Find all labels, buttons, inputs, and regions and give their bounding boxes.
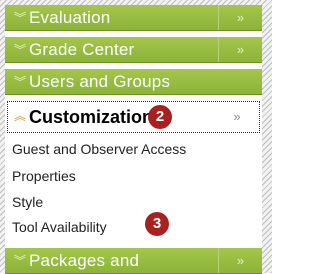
expand-arrow-icon[interactable]: » <box>218 248 262 273</box>
chevron-down-double-icon: ︾ <box>14 11 27 25</box>
menu-item-evaluation[interactable]: ︾ Evaluation » <box>5 5 262 31</box>
menu-item-users-and-groups[interactable]: ︾ Users and Groups <box>5 69 262 95</box>
sub-item-style[interactable]: Style <box>12 193 43 211</box>
chevron-down-double-icon: ︾ <box>14 254 27 268</box>
menu-item-label: Users and Groups <box>29 72 171 91</box>
step-badge: 3 <box>145 212 169 236</box>
sub-item-guest-and-observer-access[interactable]: Guest and Observer Access <box>12 140 186 158</box>
chevron-down-double-icon: ︾ <box>14 43 27 57</box>
menu-item-label: Grade Center <box>29 40 135 59</box>
menu-item-label: Packages and <box>29 251 140 270</box>
expand-arrow-icon[interactable]: » <box>218 5 262 30</box>
menu-item-label: Customization <box>29 107 153 127</box>
menu-item-customization[interactable]: ︽ Customization 2 » <box>7 101 260 133</box>
step-badge: 2 <box>148 105 172 129</box>
chevron-up-double-icon: ︽ <box>14 109 27 123</box>
expand-arrow-icon[interactable]: » <box>218 37 262 62</box>
course-management-menu: ︾ Evaluation » ︾ Grade Center » ︾ Users … <box>5 5 262 274</box>
menu-background: ︾ Evaluation » ︾ Grade Center » ︾ Users … <box>0 0 272 274</box>
chevron-down-double-icon: ︾ <box>14 75 27 89</box>
menu-item-grade-center[interactable]: ︾ Grade Center » <box>5 37 262 63</box>
menu-item-label: Evaluation <box>29 8 111 27</box>
expand-arrow-icon[interactable]: » <box>215 102 259 132</box>
sub-item-properties[interactable]: Properties <box>12 167 76 185</box>
menu-item-packages-and[interactable]: ︾ Packages and » <box>5 248 262 274</box>
sub-item-tool-availability[interactable]: Tool Availability <box>12 218 107 236</box>
